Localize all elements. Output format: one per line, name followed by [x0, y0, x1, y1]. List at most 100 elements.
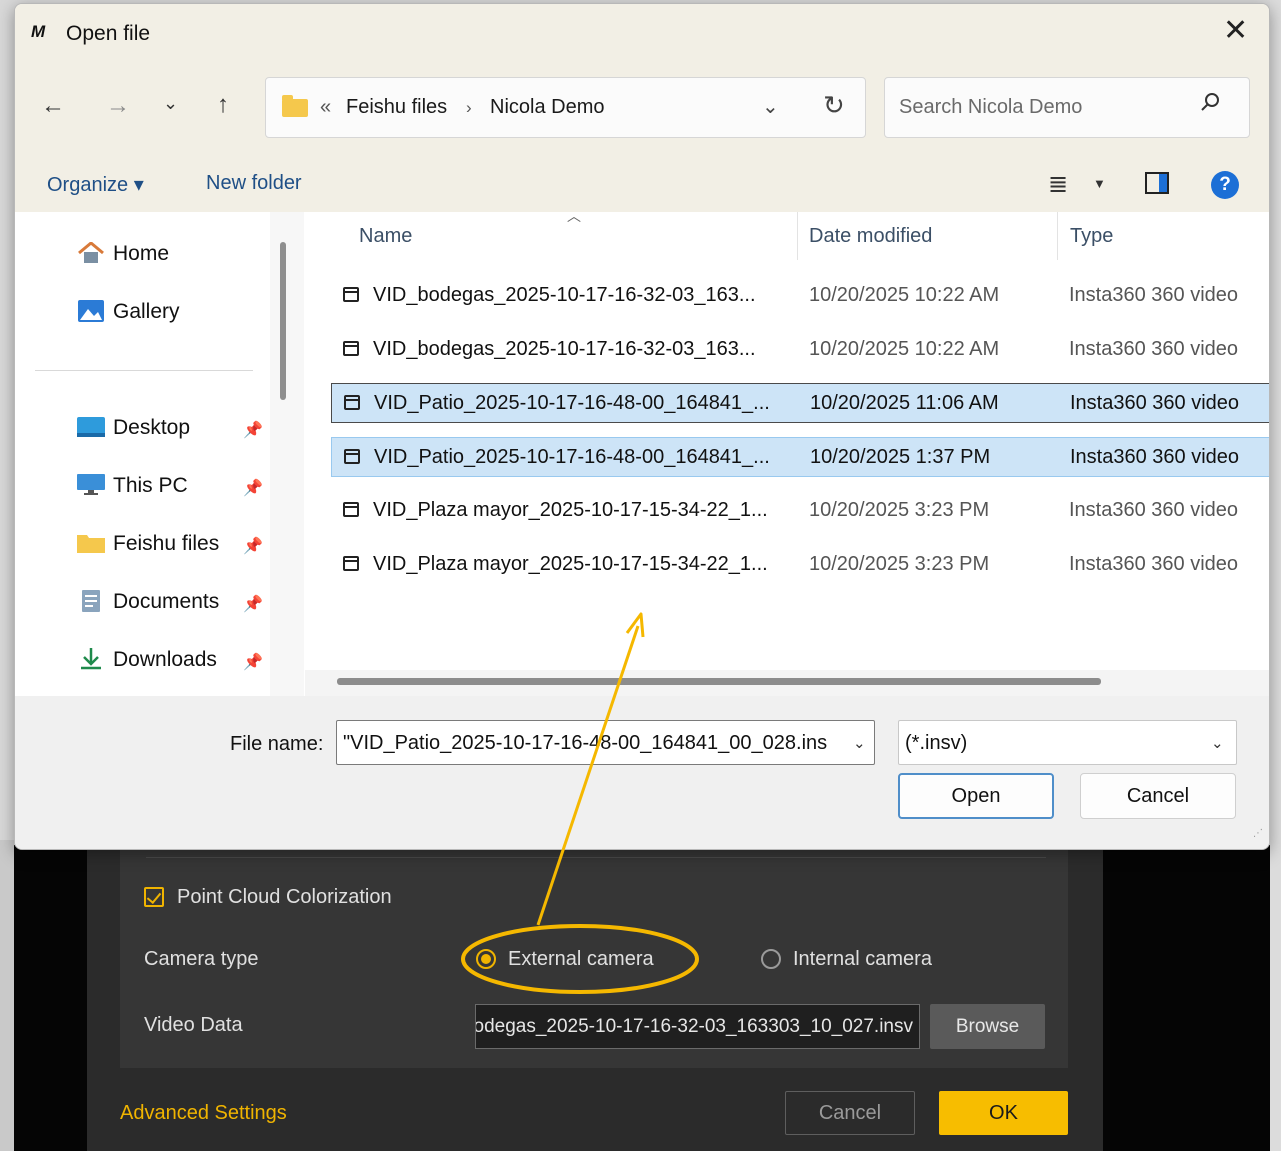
file-row[interactable]: VID_bodegas_2025-10-17-16-32-03_163... 1… — [331, 276, 1269, 316]
sort-ascending-icon: ︿ — [567, 208, 581, 224]
file-row-selected[interactable]: VID_Patio_2025-10-17-16-48-00_164841_...… — [331, 437, 1269, 477]
file-type: Insta360 360 video — [1070, 392, 1240, 414]
file-type: Insta360 360 video — [1069, 499, 1239, 521]
sidebar-scroll-thumb[interactable] — [280, 242, 286, 400]
sidebar-item-feishu-files[interactable]: Feishu files — [77, 532, 219, 556]
document-icon — [77, 590, 105, 612]
file-name: VID_Patio_2025-10-17-16-48-00_164841_... — [374, 446, 770, 468]
external-camera-label[interactable]: External camera — [508, 948, 654, 971]
file-type: Insta360 360 video — [1069, 338, 1239, 360]
column-header-name[interactable]: Name — [359, 225, 412, 248]
organize-menu[interactable]: Organize ▾ — [47, 172, 144, 197]
dialog-title: Open file — [66, 22, 151, 45]
view-dropdown-icon[interactable]: ▼ — [1093, 176, 1106, 191]
radio-dot-icon — [481, 954, 491, 964]
forward-arrow-icon[interactable]: → — [106, 92, 130, 120]
pin-icon: 📌 — [243, 538, 263, 555]
refresh-icon[interactable]: ↻ — [823, 90, 845, 121]
recent-locations-chevron-icon[interactable]: ⌄ — [163, 93, 178, 114]
video-data-value: VID_bodegas_2025-10-17-16-32-03_163303_1… — [476, 1016, 913, 1037]
file-list: ︿ Name Date modified Type VID_bodegas_20… — [305, 208, 1269, 696]
file-row[interactable]: VID_Plaza mayor_2025-10-17-15-34-22_1...… — [331, 545, 1269, 585]
video-file-icon — [343, 556, 359, 571]
search-box[interactable]: Search Nicola Demo — [884, 77, 1250, 138]
breadcrumb-nicola-demo[interactable]: Nicola Demo — [490, 96, 604, 119]
resize-grip-icon[interactable]: ⋰ — [1253, 828, 1263, 839]
file-date: 10/20/2025 10:22 AM — [809, 338, 1000, 360]
breadcrumb-separator-icon: › — [466, 98, 472, 117]
column-separator[interactable] — [1057, 212, 1058, 260]
file-name: VID_Plaza mayor_2025-10-17-15-34-22_1... — [373, 553, 768, 575]
search-icon[interactable] — [1199, 91, 1221, 113]
video-file-icon — [343, 502, 359, 517]
external-camera-radio[interactable] — [476, 949, 496, 969]
sidebar-item-documents[interactable]: Documents — [77, 590, 219, 614]
file-type-filter[interactable]: (*.insv) — [898, 720, 1237, 765]
sidebar-item-home[interactable]: Home — [77, 241, 170, 266]
background-strip-left — [0, 840, 14, 1151]
file-row[interactable]: VID_Plaza mayor_2025-10-17-15-34-22_1...… — [331, 491, 1269, 531]
internal-camera-radio[interactable] — [761, 949, 781, 969]
horizontal-scroll-thumb[interactable] — [337, 678, 1101, 685]
new-folder-button[interactable]: New folder — [206, 172, 302, 195]
sidebar-item-label: Desktop — [113, 416, 191, 439]
help-icon[interactable]: ? — [1211, 171, 1239, 199]
point-cloud-checkbox[interactable] — [144, 887, 164, 907]
close-icon[interactable]: ✕ — [1223, 16, 1248, 46]
sidebar-item-this-pc[interactable]: This PC — [77, 474, 188, 498]
sidebar-scrollbar[interactable] — [270, 212, 304, 696]
address-bar[interactable]: « Feishu files › Nicola Demo ⌄ ↻ — [265, 77, 866, 138]
pin-icon: 📌 — [243, 596, 263, 613]
sidebar-item-label: Gallery — [113, 300, 180, 323]
internal-camera-label[interactable]: Internal camera — [793, 948, 932, 971]
file-date: 10/20/2025 11:06 AM — [810, 392, 999, 414]
filter-dropdown-icon[interactable]: ⌄ — [1211, 734, 1224, 752]
desktop-icon — [77, 416, 105, 438]
video-file-icon — [343, 341, 359, 356]
file-name: VID_bodegas_2025-10-17-16-32-03_163... — [373, 284, 756, 306]
sidebar-item-label: Home — [113, 242, 170, 265]
advanced-settings-link[interactable]: Advanced Settings — [120, 1102, 287, 1125]
home-icon — [77, 241, 105, 264]
address-dropdown-icon[interactable]: ⌄ — [762, 94, 779, 119]
file-name: VID_Plaza mayor_2025-10-17-15-34-22_1... — [373, 499, 768, 521]
sidebar-item-gallery[interactable]: Gallery — [77, 300, 180, 324]
ok-button[interactable]: OK — [939, 1091, 1068, 1135]
sidebar-item-label: Feishu files — [113, 532, 220, 555]
app-cancel-button[interactable]: Cancel — [785, 1091, 915, 1135]
video-file-icon — [344, 449, 360, 464]
pin-icon: 📌 — [243, 654, 263, 671]
command-bar: Organize ▾ New folder ≣ ▼ ? — [15, 158, 1269, 213]
file-date: 10/20/2025 1:37 PM — [810, 446, 991, 468]
navigation-pane: Home Gallery Desktop 📌 This PC 📌 Feishu … — [15, 212, 270, 696]
video-file-icon — [344, 395, 360, 410]
breadcrumb-feishu-files[interactable]: Feishu files — [346, 96, 447, 119]
cancel-button[interactable]: Cancel — [1080, 773, 1236, 819]
file-row-selected[interactable]: VID_Patio_2025-10-17-16-48-00_164841_...… — [331, 383, 1269, 423]
background-strip-right — [1270, 0, 1281, 1151]
open-button[interactable]: Open — [898, 773, 1054, 819]
column-header-type[interactable]: Type — [1070, 225, 1113, 248]
view-options-icon[interactable]: ≣ — [1048, 170, 1068, 199]
column-separator[interactable] — [797, 212, 798, 260]
back-arrow-icon[interactable]: ← — [41, 92, 65, 120]
browse-button[interactable]: Browse — [930, 1004, 1045, 1049]
preview-pane-icon[interactable] — [1145, 172, 1169, 194]
file-name-label: File name: — [230, 733, 324, 755]
sidebar-item-label: Documents — [113, 590, 220, 613]
file-row[interactable]: VID_bodegas_2025-10-17-16-32-03_163... 1… — [331, 330, 1269, 370]
breadcrumb-overflow[interactable]: « — [320, 96, 331, 119]
sidebar-item-desktop[interactable]: Desktop — [77, 416, 190, 440]
search-placeholder: Search Nicola Demo — [899, 96, 1083, 118]
video-data-field[interactable]: VID_bodegas_2025-10-17-16-32-03_163303_1… — [475, 1004, 920, 1049]
up-arrow-icon[interactable]: ↑ — [217, 91, 229, 119]
folder-icon — [77, 532, 105, 554]
video-data-label: Video Data — [144, 1014, 243, 1036]
sidebar-item-downloads[interactable]: Downloads — [77, 648, 217, 672]
camera-type-label: Camera type — [144, 948, 259, 970]
file-name-dropdown-icon[interactable]: ⌄ — [853, 734, 866, 752]
file-name-input[interactable]: "VID_Patio_2025-10-17-16-48-00_164841_00… — [336, 720, 875, 765]
pc-icon — [77, 474, 105, 496]
point-cloud-label: Point Cloud Colorization — [177, 886, 392, 908]
column-header-date-modified[interactable]: Date modified — [809, 225, 932, 248]
